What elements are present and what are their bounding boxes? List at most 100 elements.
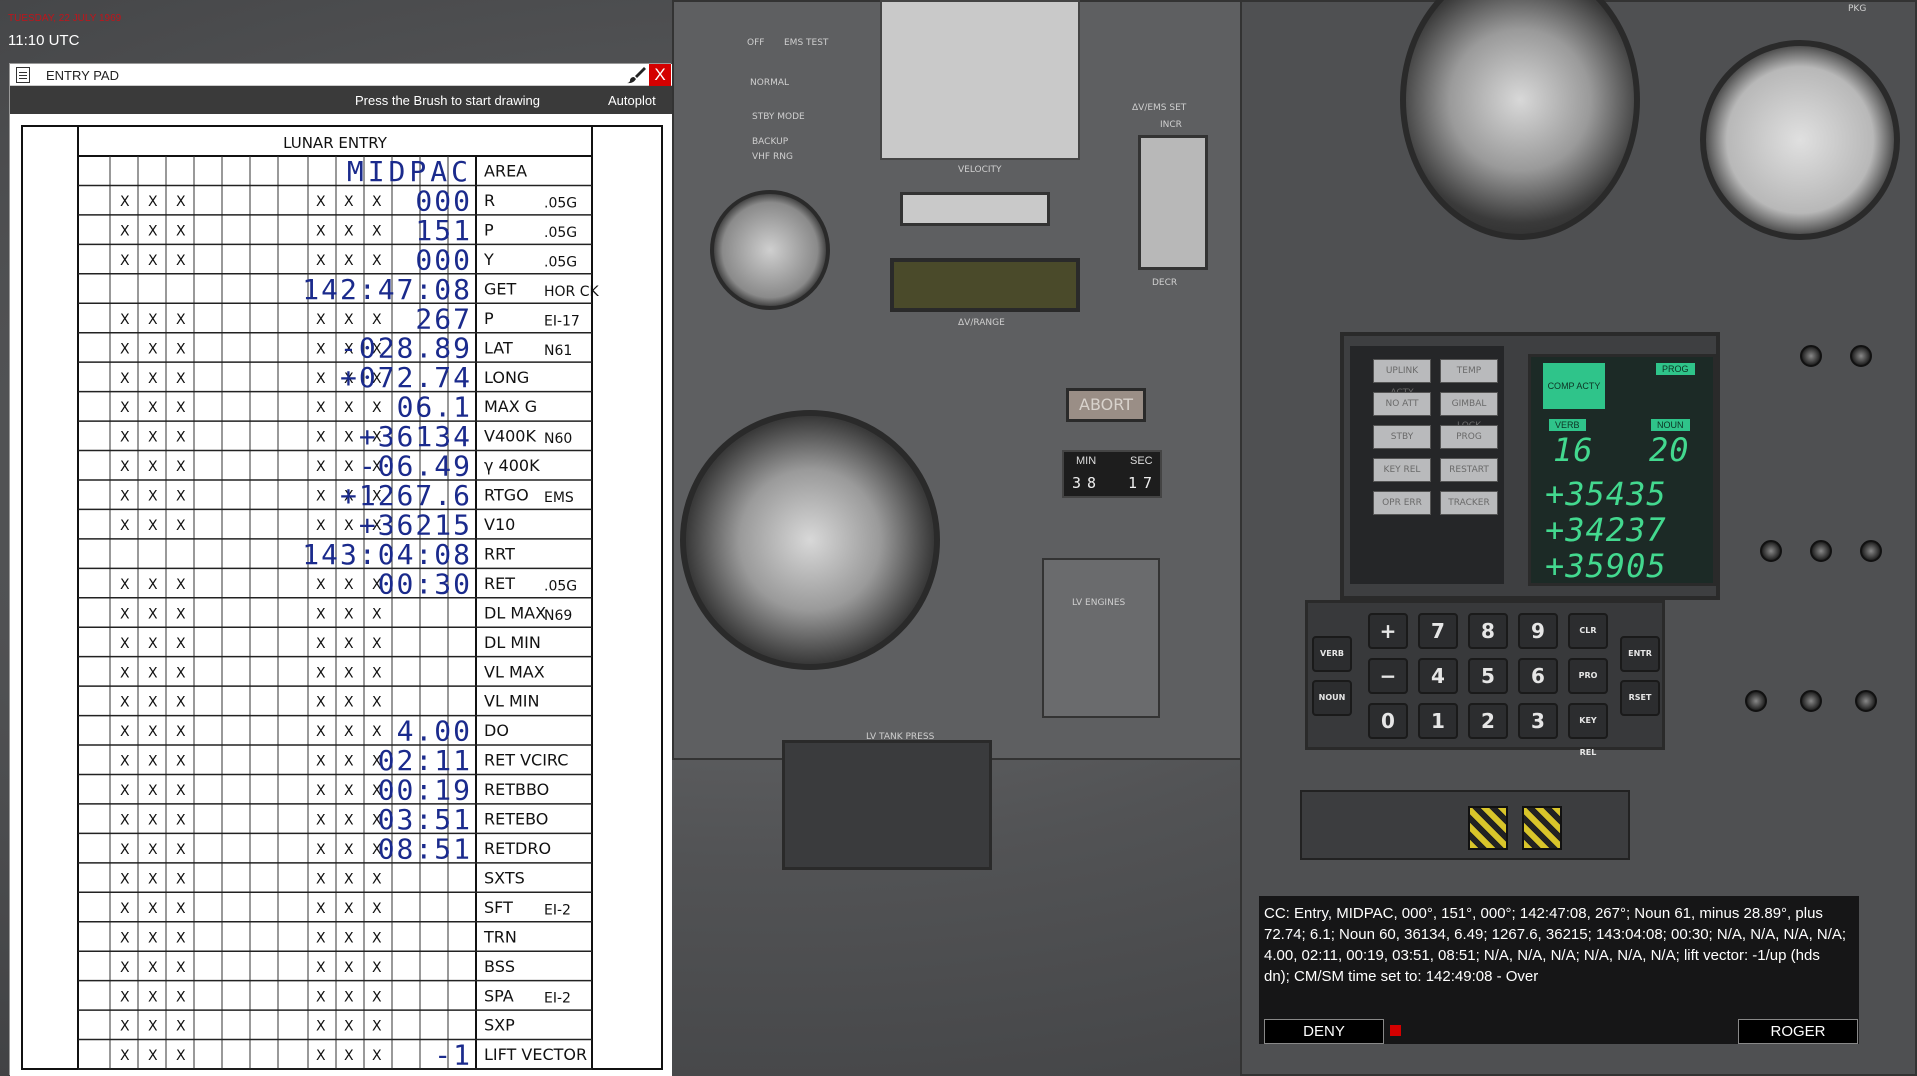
x-mark: X (372, 960, 382, 976)
gimbal-lock-lamp: GIMBAL LOCK (1440, 392, 1498, 431)
minus-key[interactable]: − (1368, 658, 1408, 694)
key-9[interactable]: 9 (1518, 613, 1558, 649)
jett-hazard-switch[interactable] (1468, 806, 1508, 850)
x-mark: X (148, 636, 158, 652)
form-heading: LUNAR ENTRY (283, 134, 388, 152)
lv-engines-panel (1042, 558, 1160, 718)
clr-key[interactable]: CLR (1568, 613, 1608, 649)
x-mark: X (148, 813, 158, 829)
x-mark: X (148, 783, 158, 799)
x-mark: X (316, 636, 326, 652)
x-mark: X (148, 665, 158, 681)
x-mark: X (176, 783, 186, 799)
panel-switch[interactable] (1860, 540, 1882, 562)
key-6[interactable]: 6 (1518, 658, 1558, 694)
deny-button[interactable]: DENY (1264, 1019, 1384, 1044)
recording-indicator (1390, 1025, 1401, 1036)
x-mark: X (148, 754, 158, 770)
panel-switch[interactable] (1760, 540, 1782, 562)
row-sublabel: .05G (544, 196, 577, 212)
x-mark: X (120, 518, 130, 534)
row-sublabel: N69 (544, 608, 572, 624)
x-mark: X (176, 459, 186, 475)
panel-switch[interactable] (1800, 345, 1822, 367)
plus-key[interactable]: + (1368, 613, 1408, 649)
autoplot-button[interactable]: Autoplot (608, 93, 656, 108)
pro-key[interactable]: PRO (1568, 658, 1608, 694)
row-label: LIFT VECTOR (484, 1045, 587, 1064)
x-mark: X (344, 518, 354, 534)
row-label: R (484, 191, 495, 210)
x-mark: X (120, 636, 130, 652)
lv-tank-press-label: LV TANK PRESS (866, 732, 935, 742)
incr-label: INCR (1160, 120, 1182, 130)
ems-test-label: EMS TEST (784, 38, 829, 48)
handwritten-value: 02:11 (378, 744, 472, 777)
x-mark: X (344, 430, 354, 446)
entr-key[interactable]: ENTR (1620, 636, 1660, 672)
handwritten-value: 08:51 (378, 832, 472, 865)
x-mark: X (372, 636, 382, 652)
utc-clock: 11:10 UTC (8, 32, 80, 49)
noun-key[interactable]: NOUN (1312, 680, 1352, 716)
dv-ems-set-switch[interactable] (1138, 135, 1208, 270)
x-mark: X (316, 724, 326, 740)
x-mark: X (176, 989, 186, 1005)
x-mark: X (148, 989, 158, 1005)
x-mark: X (176, 1019, 186, 1035)
x-mark: X (316, 1048, 326, 1064)
x-mark: X (120, 989, 130, 1005)
row-label: RTGO (484, 486, 529, 505)
key-2[interactable]: 2 (1468, 703, 1508, 739)
x-mark: X (316, 901, 326, 917)
x-mark: X (120, 577, 130, 593)
entry-form-grid: LUNAR ENTRYAREAR .05GX X X X X X 000P .05GX X X X X X… (21, 125, 663, 1072)
brush-icon[interactable] (627, 66, 647, 84)
dsky-el-display: COMP ACTY PROG VERB NOUN 16 20 +35435 +3… (1528, 354, 1716, 586)
row-label: Y (483, 250, 494, 269)
key-0[interactable]: 0 (1368, 703, 1408, 739)
handwritten-value: 00:19 (378, 774, 472, 807)
key-5[interactable]: 5 (1468, 658, 1508, 694)
panel-switch[interactable] (1810, 540, 1832, 562)
key-4[interactable]: 4 (1418, 658, 1458, 694)
close-icon[interactable]: X (649, 64, 671, 86)
panel-switch[interactable] (1855, 690, 1877, 712)
pad-title: ENTRY PAD (46, 68, 119, 83)
x-mark: X (372, 400, 382, 416)
roger-button[interactable]: ROGER (1738, 1019, 1858, 1044)
x-mark: X (176, 430, 186, 446)
entry-pad-form[interactable]: LUNAR ENTRY AREA R .05G X X X X X X 000 P .05G X X X X X X… (10, 114, 672, 1076)
x-mark: X (344, 695, 354, 711)
rset-key[interactable]: RSET (1620, 680, 1660, 716)
row-sublabel: N60 (544, 431, 572, 447)
x-mark: X (372, 695, 382, 711)
key-rel-key[interactable]: KEY REL (1568, 703, 1608, 757)
row-label: LONG (484, 368, 529, 387)
decr-label: DECR (1152, 278, 1178, 288)
verb-label: VERB (1549, 419, 1586, 431)
panel-switch[interactable] (1745, 690, 1767, 712)
key-8[interactable]: 8 (1468, 613, 1508, 649)
handwritten-value: 06.1 (397, 391, 472, 424)
verb-key[interactable]: VERB (1312, 636, 1352, 672)
verb-display: 16 (1553, 431, 1594, 469)
x-mark: X (120, 930, 130, 946)
x-mark: X (344, 577, 354, 593)
tracker-lamp: TRACKER (1440, 491, 1498, 515)
key-3[interactable]: 3 (1518, 703, 1558, 739)
x-mark: X (148, 489, 158, 505)
row-sublabel: EI-2 (544, 902, 571, 918)
key-7[interactable]: 7 (1418, 613, 1458, 649)
x-mark: X (316, 754, 326, 770)
vhf-rng-label: VHF RNG (752, 152, 793, 162)
panel-switch[interactable] (1850, 345, 1872, 367)
key-1[interactable]: 1 (1418, 703, 1458, 739)
x-mark: X (148, 724, 158, 740)
x-mark: X (120, 1019, 130, 1035)
x-mark: X (120, 724, 130, 740)
jett-hazard-switch[interactable] (1522, 806, 1562, 850)
x-mark: X (316, 518, 326, 534)
x-mark: X (148, 459, 158, 475)
panel-switch[interactable] (1800, 690, 1822, 712)
